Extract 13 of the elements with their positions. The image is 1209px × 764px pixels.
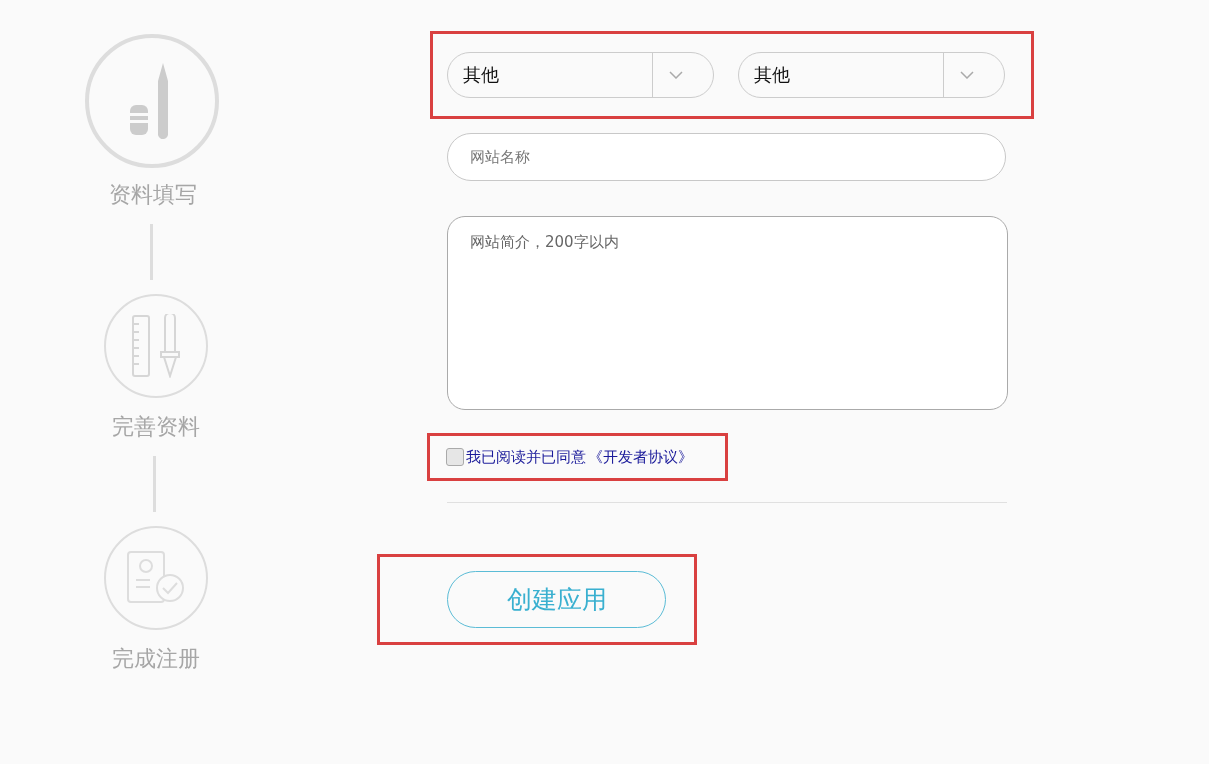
category-select[interactable]: 其他 <box>447 52 714 98</box>
category-select[interactable]: 其他 <box>738 52 1005 98</box>
agreement-checkbox[interactable] <box>446 448 464 466</box>
step-label: 完成注册 <box>111 645 200 673</box>
step-label: 完善资料 <box>111 413 200 441</box>
agreement-text: 我已阅读并已同意 <box>466 447 586 467</box>
document-check-icon <box>125 550 186 606</box>
site-intro-field[interactable]: 网站简介，200字以内 <box>447 216 1008 410</box>
agreement-link[interactable]: 《开发者协议》 <box>588 447 693 467</box>
chevron-down-icon <box>960 71 974 79</box>
chevron-down-icon <box>669 71 683 79</box>
step-label: 资料填写 <box>108 181 197 209</box>
site-name-field[interactable]: 网站名称 <box>447 133 1006 181</box>
